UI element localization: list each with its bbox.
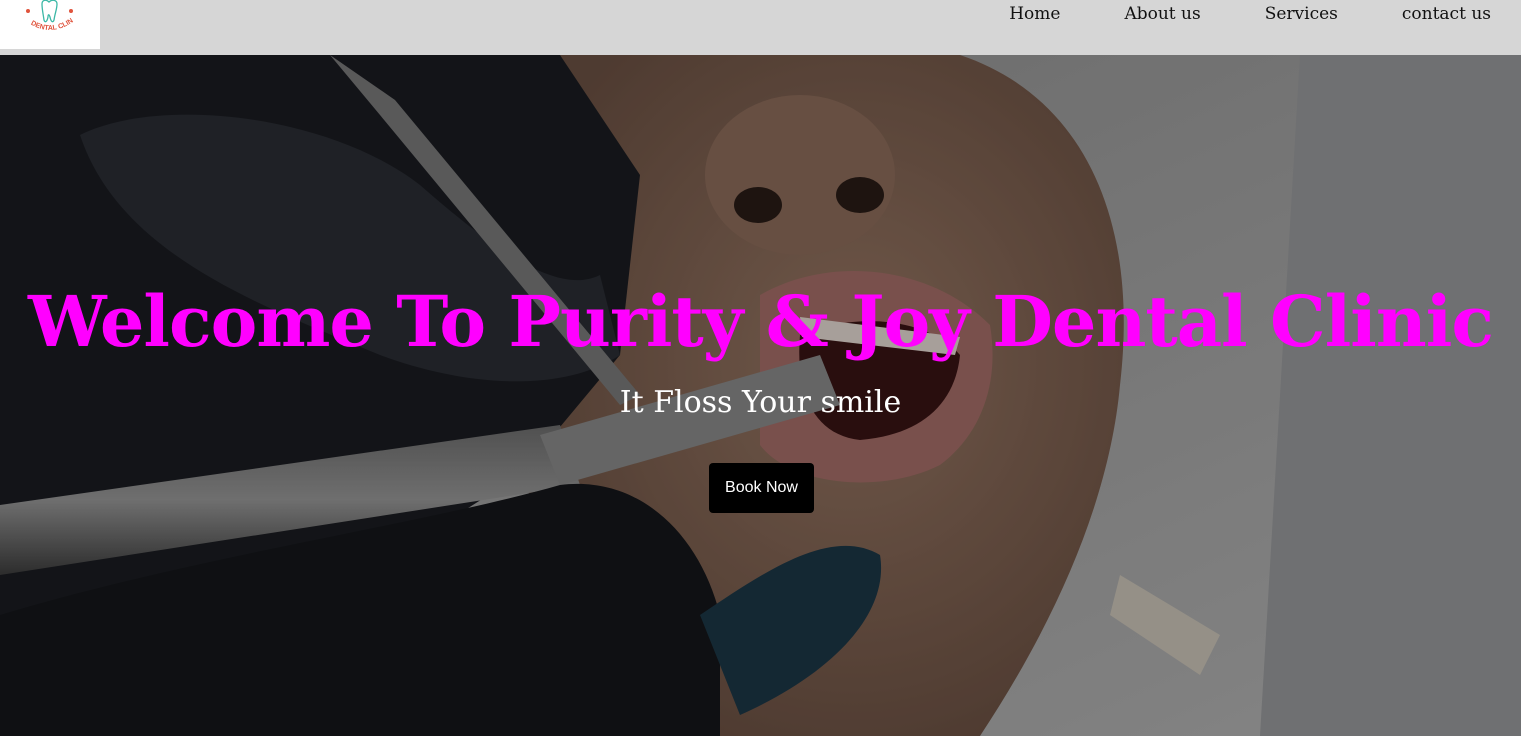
- tooth-logo-icon: DENTAL CLINIC: [0, 0, 75, 32]
- nav-menu: Home About us Services contact us: [1009, 0, 1491, 28]
- book-now-button[interactable]: Book Now: [709, 463, 814, 513]
- nav-home-link[interactable]: Home: [1009, 4, 1060, 24]
- hero-title: Welcome To Purity & Joy Dental Clinic: [27, 280, 1494, 363]
- nav-contact-link[interactable]: contact us: [1402, 4, 1491, 24]
- logo-text: DENTAL CLINIC: [0, 0, 75, 32]
- nav-services-link[interactable]: Services: [1265, 4, 1338, 24]
- navbar: DENTAL CLINIC Home About us Services con…: [0, 0, 1521, 55]
- nav-about-link[interactable]: About us: [1124, 4, 1200, 24]
- clinic-logo[interactable]: DENTAL CLINIC: [0, 0, 100, 49]
- hero-section: Welcome To Purity & Joy Dental Clinic It…: [0, 55, 1521, 736]
- hero-subtitle: It Floss Your smile: [619, 385, 902, 420]
